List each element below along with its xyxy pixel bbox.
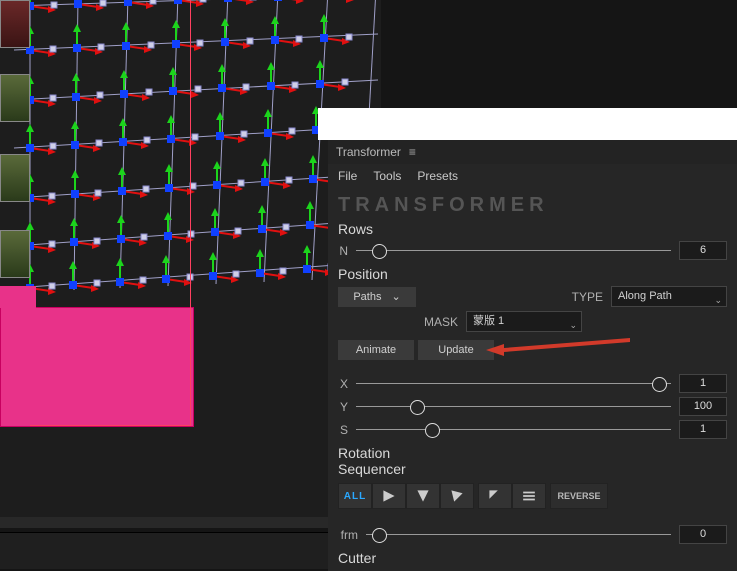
- type-value: Along Path: [618, 290, 672, 302]
- panel-menubar: File Tools Presets: [328, 164, 737, 188]
- corner-icon: [488, 489, 502, 503]
- sequencer-button-row: ALL REVERSE: [328, 479, 737, 513]
- s-label: S: [338, 423, 348, 437]
- seq-corner-button[interactable]: [478, 483, 512, 509]
- frm-row: frm 0: [328, 513, 737, 546]
- frm-label: frm: [338, 528, 358, 542]
- seq-down-button[interactable]: [406, 483, 440, 509]
- s-slider[interactable]: [356, 422, 671, 438]
- y-slider[interactable]: [356, 399, 671, 415]
- paths-button-label: Paths: [353, 291, 381, 303]
- clip-thumbnail[interactable]: [0, 74, 30, 122]
- chevron-down-icon: ⌄: [569, 316, 577, 335]
- panel-title: Transformer: [336, 145, 401, 159]
- frm-slider[interactable]: [366, 527, 671, 543]
- seq-right-button[interactable]: [372, 483, 406, 509]
- lines-icon: [522, 489, 536, 503]
- clip-thumbnail[interactable]: [0, 0, 30, 48]
- y-row: Y 100: [328, 395, 737, 418]
- background-strip: [318, 108, 737, 140]
- mask-value: 蒙版 1: [473, 315, 504, 327]
- frm-value[interactable]: 0: [679, 525, 727, 544]
- seq-reverse-button[interactable]: REVERSE: [550, 483, 608, 509]
- y-label: Y: [338, 400, 348, 414]
- x-row: X 1: [328, 372, 737, 395]
- timeline-strip[interactable]: [0, 532, 381, 569]
- animate-update-row: Animate Update: [328, 334, 737, 362]
- selected-layer-flag: [0, 286, 36, 308]
- panel-menu-icon[interactable]: ≡: [409, 145, 416, 159]
- rows-n-value[interactable]: 6: [679, 241, 727, 260]
- position-mask-row: MASK 蒙版 1 ⌄: [328, 309, 737, 334]
- node-grid[interactable]: [0, 0, 381, 518]
- rows-n-row: N 6: [328, 239, 737, 262]
- x-label: X: [338, 377, 348, 391]
- section-heading-cutter: Cutter: [328, 546, 737, 568]
- x-value[interactable]: 1: [679, 374, 727, 393]
- clip-thumbnail[interactable]: [0, 154, 30, 202]
- panel-titlebar[interactable]: Transformer ≡: [328, 140, 737, 164]
- mask-label: MASK: [338, 315, 458, 329]
- mask-select[interactable]: 蒙版 1 ⌄: [466, 311, 582, 332]
- s-row: S 1: [328, 418, 737, 441]
- seq-all-button[interactable]: ALL: [338, 483, 372, 509]
- seq-lines-button[interactable]: [512, 483, 546, 509]
- viewport-canvas[interactable]: [0, 0, 381, 517]
- rows-n-slider[interactable]: [356, 243, 671, 259]
- rows-n-label: N: [338, 244, 348, 258]
- x-slider[interactable]: [356, 376, 671, 392]
- section-heading-rotation: Rotation: [328, 441, 737, 461]
- type-select[interactable]: Along Path ⌄: [611, 286, 727, 307]
- s-value[interactable]: 1: [679, 420, 727, 439]
- brand-wordmark: TRANSFORMER: [338, 194, 727, 217]
- arrow-right-icon: [382, 489, 396, 503]
- section-heading-sequencer: Sequencer: [328, 461, 737, 479]
- seq-diag-button[interactable]: [440, 483, 474, 509]
- animate-button[interactable]: Animate: [338, 340, 414, 360]
- position-paths-row: Paths ⌄ TYPE Along Path ⌄: [328, 284, 737, 309]
- selected-layer-rect[interactable]: [0, 307, 194, 427]
- brand: TRANSFORMER: [328, 188, 737, 217]
- type-label: TYPE: [572, 290, 603, 304]
- chevron-down-icon: ⌄: [391, 290, 400, 303]
- clip-thumbnail[interactable]: [0, 230, 30, 278]
- paths-button[interactable]: Paths ⌄: [338, 287, 416, 307]
- viewport: [0, 0, 381, 528]
- chevron-down-icon: ⌄: [714, 291, 722, 310]
- arrow-down-icon: [416, 489, 430, 503]
- menu-presets[interactable]: Presets: [417, 169, 458, 183]
- section-heading-position: Position: [328, 262, 737, 284]
- menu-tools[interactable]: Tools: [373, 169, 401, 183]
- transformer-panel: Transformer ≡ File Tools Presets TRANSFO…: [328, 140, 737, 571]
- section-heading-rows: Rows: [328, 217, 737, 239]
- arrow-diag-icon: [450, 489, 464, 503]
- update-button[interactable]: Update: [418, 340, 494, 360]
- menu-file[interactable]: File: [338, 169, 357, 183]
- thumbnail-strip: [0, 0, 30, 278]
- y-value[interactable]: 100: [679, 397, 727, 416]
